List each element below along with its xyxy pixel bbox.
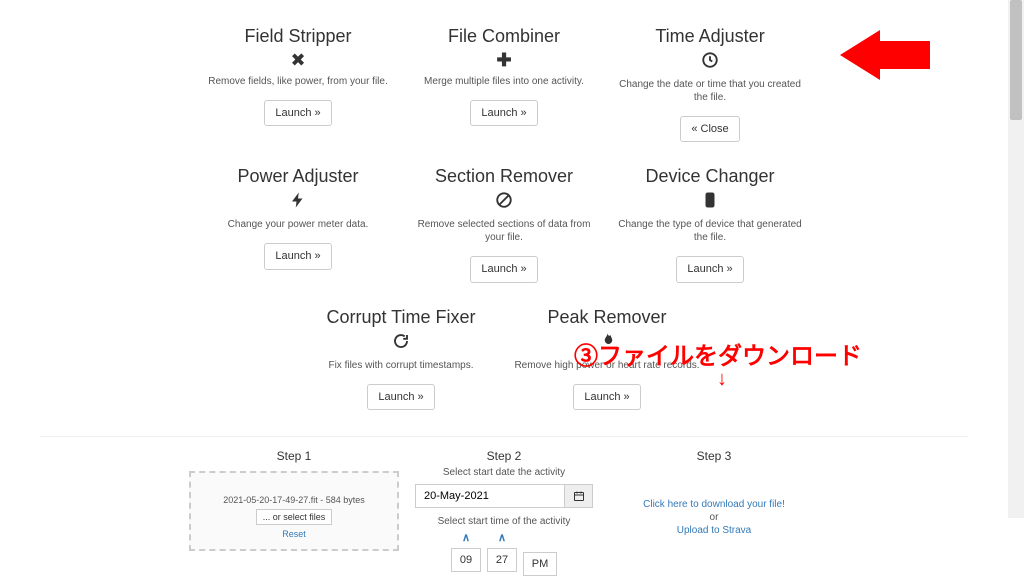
tool-title: Corrupt Time Fixer <box>304 307 498 328</box>
step-1: Step 1 2021-05-20-17-49-27.fit - 584 byt… <box>189 449 399 576</box>
steps-section: Step 1 2021-05-20-17-49-27.fit - 584 byt… <box>40 436 968 576</box>
tool-desc: Remove high power or heart rate records. <box>510 359 704 372</box>
tool-peak-remover: Peak Remover Remove high power or heart … <box>504 301 710 428</box>
step-3-heading: Step 3 <box>609 449 819 463</box>
tool-desc: Change the type of device that generated… <box>613 218 807 244</box>
tool-title: Section Remover <box>407 166 601 187</box>
tool-title: Field Stripper <box>201 26 395 47</box>
tool-file-combiner: File Combiner ✚ Merge multiple files int… <box>401 20 607 160</box>
step-2-date-caption: Select start date the activity <box>399 467 609 478</box>
step-2: Step 2 Select start date the activity Se… <box>399 449 609 576</box>
launch-button[interactable]: Launch » <box>264 243 331 269</box>
ampm-toggle[interactable]: PM <box>523 552 557 576</box>
tool-field-stripper: Field Stripper ✖ Remove fields, like pow… <box>195 20 401 160</box>
plus-icon: ✚ <box>407 51 601 69</box>
calendar-icon <box>573 490 585 502</box>
tool-power-adjuster: Power Adjuster Change your power meter d… <box>195 160 401 300</box>
tool-desc: Remove fields, like power, from your fil… <box>201 75 395 88</box>
or-text: or <box>609 512 819 523</box>
tool-title: Device Changer <box>613 166 807 187</box>
step-3: Step 3 Click here to download your file!… <box>609 449 819 576</box>
hour-up-icon[interactable]: ∧ <box>462 533 470 544</box>
tool-section-remover: Section Remover Remove selected sections… <box>401 160 607 300</box>
hour-value[interactable]: 09 <box>451 548 481 572</box>
tool-time-adjuster: Time Adjuster Change the date or time th… <box>607 20 813 160</box>
close-button[interactable]: « Close <box>680 116 739 142</box>
tool-title: Power Adjuster <box>201 166 395 187</box>
scrollbar-thumb[interactable] <box>1010 0 1022 120</box>
launch-button[interactable]: Launch » <box>470 256 537 282</box>
minute-value[interactable]: 27 <box>487 548 517 572</box>
tool-corrupt-time-fixer: Corrupt Time Fixer Fix files with corrup… <box>298 301 504 428</box>
tool-title: Time Adjuster <box>613 26 807 47</box>
file-dropzone[interactable]: 2021-05-20-17-49-27.fit - 584 bytes ... … <box>189 471 399 551</box>
upload-strava-link[interactable]: Upload to Strava <box>609 525 819 536</box>
tool-desc: Change your power meter data. <box>201 218 395 231</box>
launch-button[interactable]: Launch » <box>573 384 640 410</box>
reset-link[interactable]: Reset <box>197 529 391 539</box>
tool-device-changer: Device Changer Change the type of device… <box>607 160 813 300</box>
calendar-button[interactable] <box>565 484 593 508</box>
start-date-input[interactable] <box>415 484 565 508</box>
ban-icon <box>407 191 601 212</box>
launch-button[interactable]: Launch » <box>264 100 331 126</box>
vertical-scrollbar[interactable] <box>1008 0 1024 518</box>
select-files-button[interactable]: ... or select files <box>256 509 333 525</box>
download-link[interactable]: Click here to download your file! <box>609 499 819 510</box>
step-2-heading: Step 2 <box>399 449 609 463</box>
tool-title: Peak Remover <box>510 307 704 328</box>
tool-desc: Fix files with corrupt timestamps. <box>304 359 498 372</box>
bolt-icon <box>201 191 395 212</box>
launch-button[interactable]: Launch » <box>367 384 434 410</box>
tool-desc: Remove selected sections of data from yo… <box>407 218 601 244</box>
phone-icon <box>613 191 807 212</box>
tool-desc: Change the date or time that you created… <box>613 78 807 104</box>
minute-up-icon[interactable]: ∧ <box>498 533 506 544</box>
close-icon: ✖ <box>201 51 395 69</box>
file-meta: 2021-05-20-17-49-27.fit - 584 bytes <box>197 495 391 505</box>
step-1-heading: Step 1 <box>189 449 399 463</box>
launch-button[interactable]: Launch » <box>470 100 537 126</box>
refresh-icon <box>304 332 498 353</box>
tool-title: File Combiner <box>407 26 601 47</box>
launch-button[interactable]: Launch » <box>676 256 743 282</box>
clock-icon <box>613 51 807 72</box>
flame-icon <box>510 332 704 353</box>
tool-desc: Merge multiple files into one activity. <box>407 75 601 88</box>
